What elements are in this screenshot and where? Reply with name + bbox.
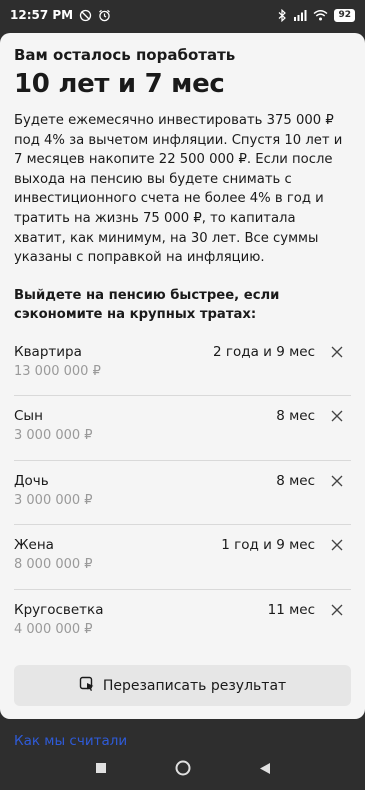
expense-item: Сын 3 000 000 ₽ 8 мес bbox=[14, 396, 351, 461]
expense-name: Кругосветка bbox=[14, 601, 104, 618]
battery-icon: 92 bbox=[334, 8, 355, 22]
rewrite-icon bbox=[79, 676, 95, 696]
remove-expense-button[interactable] bbox=[327, 535, 347, 555]
expense-item: Квартира 13 000 000 ₽ 2 года и 9 мес bbox=[14, 332, 351, 397]
expense-item: Дочь 3 000 000 ₽ 8 мес bbox=[14, 461, 351, 526]
expense-name: Жена bbox=[14, 537, 54, 554]
expenses-list: Квартира 13 000 000 ₽ 2 года и 9 мес Сын… bbox=[14, 332, 351, 655]
recent-apps-button[interactable] bbox=[86, 753, 116, 783]
signal-icon bbox=[293, 9, 307, 21]
remove-expense-button[interactable] bbox=[327, 406, 347, 426]
result-subtitle: Вам осталось поработать bbox=[14, 46, 236, 64]
wifi-icon bbox=[313, 9, 328, 21]
close-icon bbox=[331, 604, 343, 616]
close-icon bbox=[331, 539, 343, 551]
do-not-disturb-icon bbox=[79, 9, 92, 22]
status-time: 12:57 PM bbox=[10, 8, 74, 22]
expense-time-saved: 2 года и 9 мес bbox=[213, 343, 315, 360]
expense-amount: 3 000 000 ₽ bbox=[14, 492, 93, 508]
back-button[interactable] bbox=[250, 753, 280, 783]
rewrite-result-button[interactable]: Перезаписать результат bbox=[14, 665, 351, 706]
expense-time-saved: 8 мес bbox=[276, 472, 315, 489]
expense-amount: 8 000 000 ₽ bbox=[14, 557, 93, 573]
bluetooth-icon bbox=[278, 8, 287, 22]
expense-item: Кругосветка 4 000 000 ₽ 11 мес bbox=[14, 590, 351, 655]
result-title: 10 лет и 7 мес bbox=[14, 69, 225, 99]
result-card: Вам осталось поработать 10 лет и 7 мес Б… bbox=[0, 33, 365, 719]
expense-time-saved: 1 год и 9 мес bbox=[221, 537, 315, 554]
expense-item: Жена 8 000 000 ₽ 1 год и 9 мес bbox=[14, 525, 351, 590]
square-icon bbox=[95, 763, 106, 773]
rewrite-result-label: Перезаписать результат bbox=[102, 677, 287, 694]
system-nav-bar bbox=[0, 746, 365, 790]
remove-expense-button[interactable] bbox=[327, 471, 347, 491]
circle-icon bbox=[175, 760, 190, 776]
close-icon bbox=[331, 346, 343, 358]
expense-time-saved: 8 мес bbox=[276, 408, 315, 425]
expense-name: Дочь bbox=[14, 472, 49, 489]
close-icon bbox=[331, 410, 343, 422]
how-we-calculated-link[interactable]: Как мы считали bbox=[14, 733, 127, 747]
back-triangle-icon bbox=[259, 762, 270, 774]
status-bar: 12:57 PM 92 bbox=[0, 0, 365, 30]
expense-name: Сын bbox=[14, 408, 43, 425]
expense-time-saved: 11 мес bbox=[267, 601, 315, 618]
alarm-icon bbox=[98, 9, 111, 22]
expense-amount: 13 000 000 ₽ bbox=[14, 363, 101, 379]
savings-heading: Выйдете на пенсию быстрее, если сэкономи… bbox=[14, 287, 280, 322]
expense-name: Квартира bbox=[14, 343, 82, 360]
home-button[interactable] bbox=[168, 753, 198, 783]
remove-expense-button[interactable] bbox=[327, 600, 347, 620]
close-icon bbox=[331, 475, 343, 487]
expense-amount: 3 000 000 ₽ bbox=[14, 428, 93, 444]
expense-amount: 4 000 000 ₽ bbox=[14, 621, 93, 637]
result-description: Будете ежемесячно инвестировать 375 000 … bbox=[14, 113, 343, 266]
remove-expense-button[interactable] bbox=[327, 342, 347, 362]
